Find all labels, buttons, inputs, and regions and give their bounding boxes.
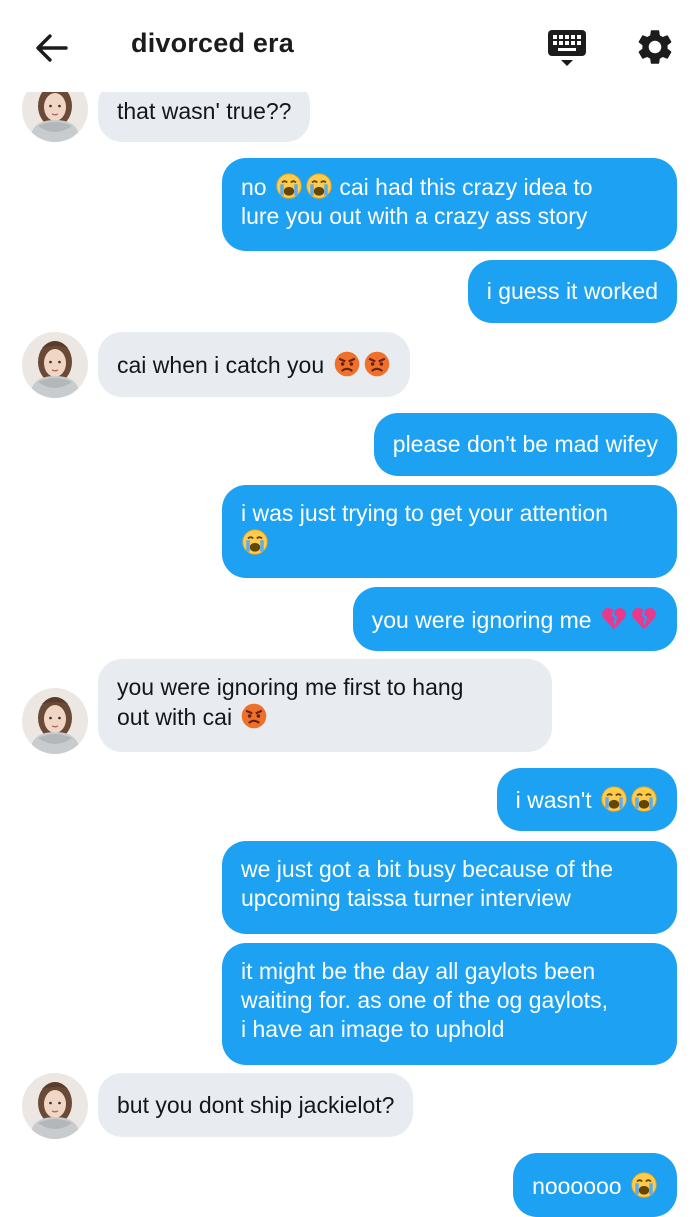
crying-face-icon [241,528,269,556]
message-text: that wasn' true?? [117,98,292,124]
message-text: i guess it worked [486,278,658,304]
crying-face-icon [305,172,333,200]
crying-face-icon [630,1171,658,1199]
message-text: i was just trying to get your attention [241,500,608,526]
message-text: you were ignoring me [371,607,592,633]
message-text: we just got a bit busy because of the [241,856,614,882]
message-text: noooooo [532,1173,622,1199]
settings-button[interactable] [634,26,676,68]
angry-face-icon [363,350,391,378]
message-bubble-outgoing[interactable]: noooooo [513,1153,677,1217]
gear-icon [638,30,672,64]
crying-face-icon [630,785,658,813]
angry-face-icon [333,350,361,378]
crying-face-icon [275,172,303,200]
message-bubble-incoming[interactable]: but you dont ship jackielot? [98,1073,414,1137]
message-text: i wasn't [515,787,592,813]
angry-face-icon [240,702,268,730]
message-text: cai when i catch you [117,352,325,378]
message-bubble-outgoing[interactable]: i wasn't [496,768,677,831]
message-text: you were ignoring me first to hang [117,674,464,700]
message-bubble-outgoing[interactable]: i guess it worked [467,260,677,323]
message-bubble-outgoing[interactable]: no cai had this crazy idea to lure you o… [222,158,677,251]
message-bubble-outgoing[interactable]: please don't be mad wifey [373,413,677,476]
message-bubble-incoming[interactable]: cai when i catch you [98,332,410,397]
message-text: but you dont ship jackielot? [117,1092,395,1118]
message-text: please don't be mad wifey [392,431,658,457]
contact-avatar[interactable] [22,688,88,754]
broken-heart-icon [600,605,628,633]
message-bubble-outgoing[interactable]: we just got a bit busy because of the up… [222,841,677,934]
message-text: i have an image to uphold [241,1016,505,1042]
message-bubble-outgoing[interactable]: you were ignoring me [352,587,677,651]
keyboard-icon [548,30,586,66]
message-text: lure you out with a crazy ass story [241,203,588,229]
message-bubble-outgoing[interactable]: i was just trying to get your attention [222,485,677,578]
contact-avatar[interactable] [22,332,88,398]
message-bubble-outgoing[interactable]: it might be the day all gaylots been wai… [222,943,677,1065]
back-button[interactable] [30,28,74,68]
broken-heart-icon [630,605,658,633]
message-text: upcoming taissa turner interview [241,885,571,911]
message-bubble-incoming[interactable]: you were ignoring me first to hang out w… [98,659,552,752]
message-text: cai had this crazy idea to [339,174,593,200]
keyboard-button[interactable] [546,28,588,70]
arrow-left-icon [36,34,68,62]
contact-avatar[interactable] [22,1073,88,1139]
crying-face-icon [600,785,628,813]
conversation-title: divorced era [131,28,294,58]
top-bar: divorced era [0,0,698,92]
message-text: waiting for. as one of the og gaylots, [241,987,608,1013]
message-text: out with cai [117,704,233,730]
message-text: no [241,174,267,200]
message-text: it might be the day all gaylots been [241,958,596,984]
